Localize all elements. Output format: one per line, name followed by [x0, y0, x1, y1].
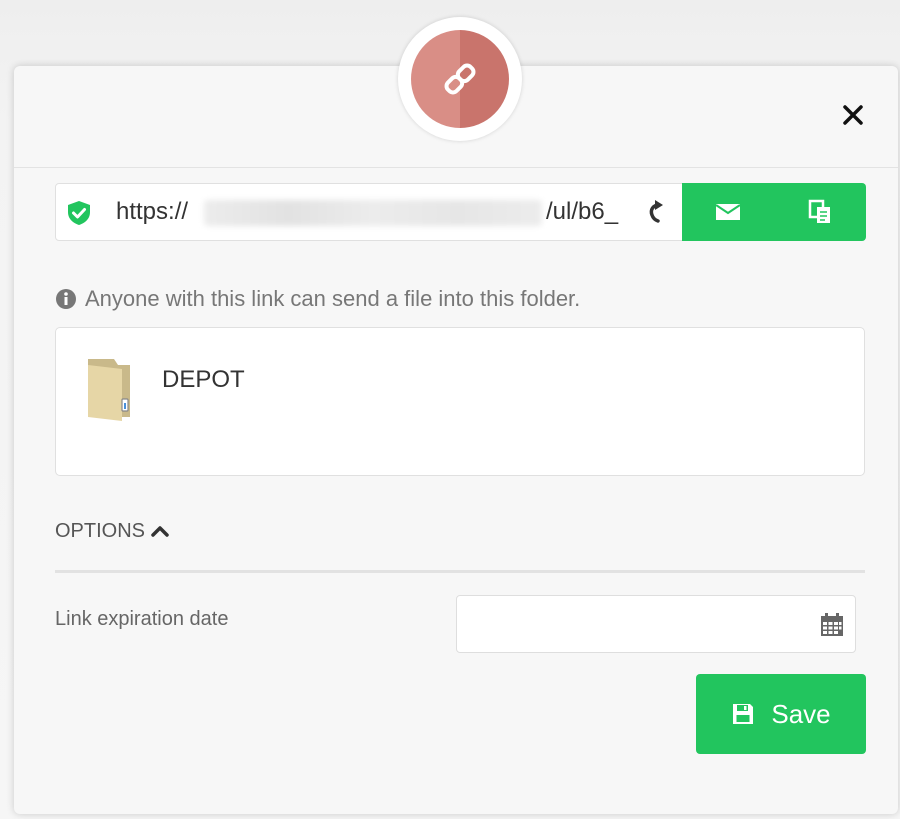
info-icon	[56, 289, 76, 309]
save-label: Save	[771, 698, 831, 729]
chevron-up-icon	[151, 526, 169, 537]
header-divider	[14, 167, 898, 168]
info-text: Anyone with this link can send a file in…	[85, 286, 581, 311]
close-icon	[843, 105, 863, 125]
refresh-icon[interactable]	[644, 199, 668, 227]
options-toggle[interactable]: OPTIONS	[55, 516, 170, 546]
link-icon	[444, 63, 476, 95]
share-url-field[interactable]: https:// /ul/b6_	[55, 183, 866, 241]
url-suffix: /ul/b6_	[546, 198, 619, 225]
options-divider	[55, 570, 865, 573]
copy-icon	[808, 199, 830, 223]
save-button[interactable]: Save	[696, 674, 866, 754]
target-folder: DEPOT	[55, 327, 865, 476]
expiration-date-field[interactable]	[456, 595, 856, 653]
folder-icon	[88, 359, 130, 421]
link-badge	[398, 17, 522, 141]
badge-circle	[411, 30, 509, 128]
floppy-disk-icon	[733, 704, 754, 724]
email-link-button[interactable]	[682, 183, 775, 241]
close-button[interactable]	[836, 98, 870, 132]
info-message: Anyone with this link can send a file in…	[55, 284, 580, 314]
calendar-icon[interactable]	[819, 613, 845, 637]
options-label: OPTIONS	[55, 519, 146, 542]
folder-name: DEPOT	[162, 366, 245, 393]
shield-check-icon	[68, 201, 90, 225]
url-prefix: https://	[116, 198, 189, 225]
copy-link-button[interactable]	[774, 183, 866, 241]
url-redacted	[204, 200, 542, 226]
expiration-date-input[interactable]	[457, 596, 825, 652]
envelope-icon	[715, 204, 741, 220]
expiration-date-label: Link expiration date	[55, 608, 229, 630]
